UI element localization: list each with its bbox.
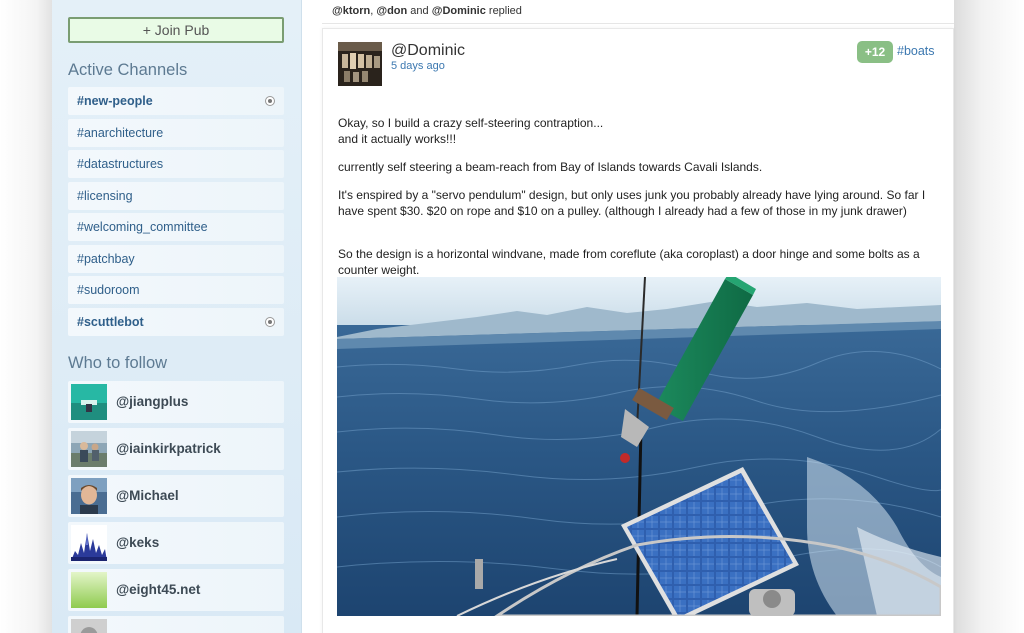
channel-item-patchbay[interactable]: #patchbay — [68, 245, 284, 273]
author-name[interactable]: @Dominic — [391, 42, 465, 60]
follow-username: @eight45.net — [116, 582, 201, 597]
channel-item-welcoming-committee[interactable]: #welcoming_committee — [68, 213, 284, 241]
replied-user-link[interactable]: @Dominic — [432, 5, 486, 17]
follow-username: @iainkirkpatrick — [116, 441, 221, 456]
channel-label: #welcoming_committee — [77, 220, 208, 234]
channel-label: #sudoroom — [77, 283, 140, 297]
channel-item-new-people[interactable]: #new-people — [68, 87, 284, 115]
channel-label: #licensing — [77, 189, 133, 203]
post-text-line: and it actually works!!! — [338, 131, 457, 146]
right-gutter — [954, 0, 1024, 633]
avatar — [71, 525, 107, 561]
follow-username: @jiangplus — [116, 394, 189, 409]
post-photo-sailboat-windvane[interactable] — [337, 277, 941, 616]
replied-suffix: replied — [485, 5, 522, 17]
replied-user-link[interactable]: @don — [376, 5, 407, 17]
post-paragraph-3: It's enspired by a "servo pendulum" desi… — [338, 188, 926, 218]
vote-count-badge[interactable]: +12 — [857, 41, 893, 63]
follow-item-michael[interactable]: @Michael — [68, 475, 284, 517]
post-paragraph-2: currently self steering a beam-reach fro… — [338, 160, 763, 174]
follow-username: @keks — [116, 535, 160, 550]
replied-user-link[interactable]: @ktorn — [332, 5, 370, 17]
subscribed-radio-icon[interactable] — [265, 317, 275, 327]
follow-item-jiangplus[interactable]: @jiangplus — [68, 381, 284, 423]
avatar — [71, 384, 107, 420]
post-paragraph-4: So the design is a horizontal windvane, … — [338, 247, 920, 277]
thread-replied-summary: @ktorn, @don and @Dominic replied — [322, 0, 954, 24]
channel-item-sudoroom[interactable]: #sudoroom — [68, 276, 284, 304]
channel-item-licensing[interactable]: #licensing — [68, 182, 284, 210]
channel-label: #new-people — [77, 94, 153, 108]
post-paragraph-1: Okay, so I build a crazy self-steering c… — [338, 116, 948, 147]
sidebar: + Join Pub Active Channels #new-people #… — [52, 0, 302, 633]
channel-label: #scuttlebot — [77, 315, 144, 329]
channel-item-scuttlebot[interactable]: #scuttlebot — [68, 308, 284, 336]
follow-item-eight45-net[interactable]: @eight45.net — [68, 569, 284, 611]
active-channels-heading: Active Channels — [68, 61, 188, 79]
channel-label: #datastructures — [77, 157, 164, 171]
follow-item-iainkirkpatrick[interactable]: @iainkirkpatrick — [68, 428, 284, 470]
post-text-line: Okay, so I build a crazy self-steering c… — [338, 116, 604, 130]
follow-item-partial[interactable] — [68, 616, 284, 633]
avatar — [71, 431, 107, 467]
follow-username: @Michael — [116, 488, 179, 503]
replied-separator: and — [407, 5, 432, 17]
who-to-follow-heading: Who to follow — [68, 354, 168, 372]
post-card: @Dominic 5 days ago +12 #boats Okay, so … — [322, 28, 954, 633]
post-channel-link[interactable]: #boats — [897, 44, 935, 58]
channel-label: #anarchitecture — [77, 126, 164, 140]
avatar — [71, 572, 107, 608]
channel-item-datastructures[interactable]: #datastructures — [68, 150, 284, 178]
subscribed-radio-icon[interactable] — [265, 96, 275, 106]
channel-label: #patchbay — [77, 252, 135, 266]
avatar — [71, 478, 107, 514]
follow-item-keks[interactable]: @keks — [68, 522, 284, 564]
post-timestamp[interactable]: 5 days ago — [391, 60, 445, 72]
channel-item-anarchitecture[interactable]: #anarchitecture — [68, 119, 284, 147]
join-pub-button[interactable]: + Join Pub — [68, 17, 284, 43]
avatar — [71, 619, 107, 633]
author-avatar[interactable] — [338, 42, 382, 86]
left-gutter — [0, 0, 52, 633]
